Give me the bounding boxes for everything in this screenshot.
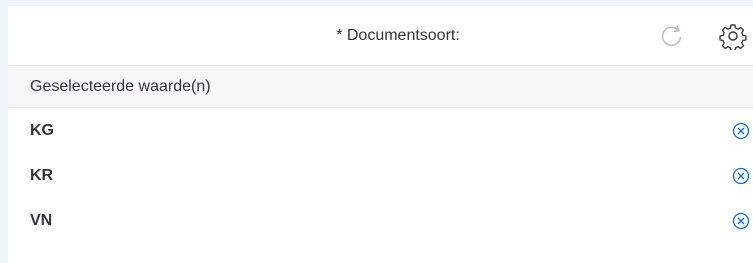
panel-title: * Documentsoort:: [336, 26, 460, 44]
selected-value-label: VN: [30, 211, 53, 229]
selected-value-label: KG: [30, 121, 54, 139]
settings-button[interactable]: [719, 22, 747, 50]
selected-values-label: Geselecteerde waarde(n): [30, 77, 211, 95]
remove-icon: [732, 122, 750, 139]
selected-value-label: KR: [30, 166, 54, 184]
remove-value-button[interactable]: [731, 121, 751, 141]
refresh-button[interactable]: [658, 22, 686, 50]
remove-value-button[interactable]: [731, 211, 751, 231]
remove-icon: [732, 167, 750, 184]
value-help-panel: * Documentsoort: Geselecteerde waarde(n): [8, 6, 753, 263]
selected-value-row: KG: [8, 108, 753, 153]
selected-value-row: VN: [8, 198, 753, 243]
remove-icon: [732, 212, 750, 229]
remove-value-button[interactable]: [731, 166, 751, 186]
selected-values-header: Geselecteerde waarde(n): [8, 65, 753, 108]
selected-value-row: KR: [8, 153, 753, 198]
gear-icon: [719, 24, 747, 50]
refresh-icon: [661, 25, 682, 46]
panel-header: * Documentsoort:: [8, 6, 753, 65]
app-frame: * Documentsoort: Geselecteerde waarde(n): [0, 0, 753, 263]
